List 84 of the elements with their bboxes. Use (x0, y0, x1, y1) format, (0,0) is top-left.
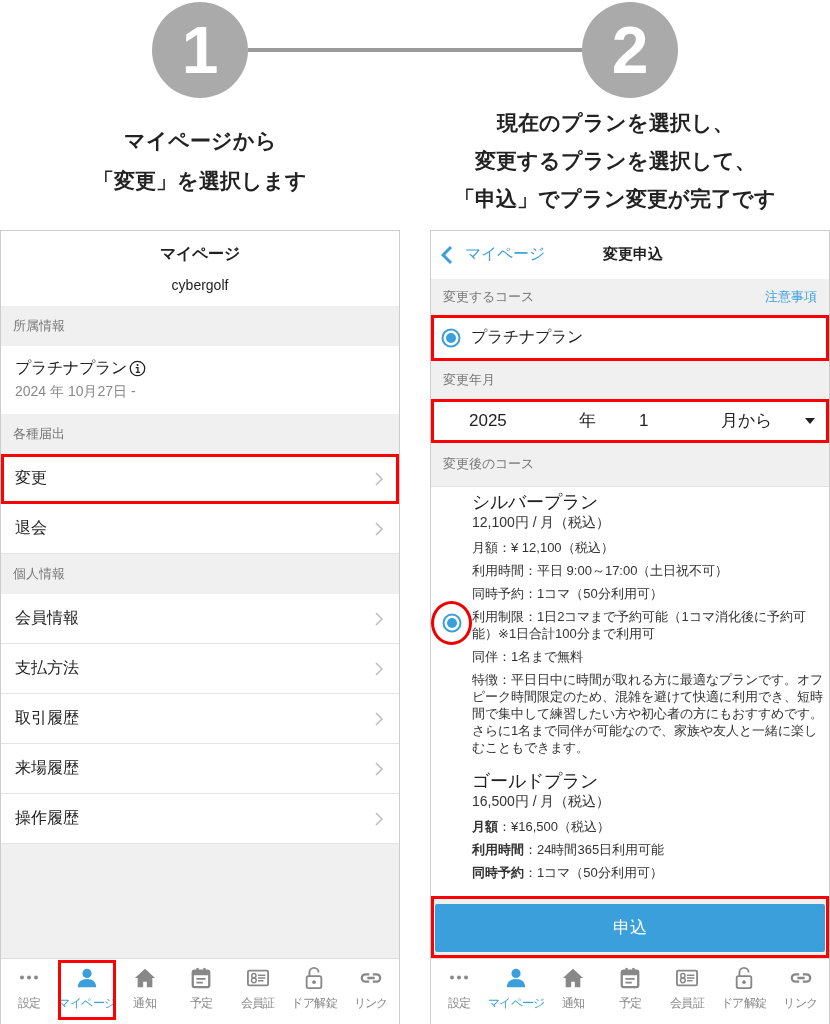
menu-row[interactable]: 来場履歴 (1, 744, 399, 794)
step-number: 2 (582, 2, 678, 98)
tab-bar-item[interactable]: 設定 (431, 959, 488, 1020)
plan-detail: 利用時間：24時間365日利用可能 (472, 840, 666, 858)
plan-name: プラチナプラン (15, 358, 127, 378)
plan-detail: 利用制限：1日2コマまで予約可能（1コマ消化後に予約可能）※1日合計100分まで利用可 (472, 607, 807, 642)
chevron-icon (375, 811, 383, 826)
username: cybergolf (171, 277, 229, 293)
menu-label: 変更 (15, 468, 47, 488)
chevron-icon (375, 471, 383, 486)
tab-bar-item[interactable]: ドア解錠 (286, 959, 343, 1020)
screen-title: マイページ (160, 244, 240, 264)
id-card-icon (246, 967, 269, 989)
caret-icon (805, 417, 815, 424)
plan-detail: 月額：¥16,500（税込） (472, 817, 611, 835)
chevron-icon (375, 611, 383, 626)
chevron-icon (375, 761, 383, 776)
caption-text: 変更するプランを選択して、 (474, 148, 756, 174)
plan-price: 16,500円 / 月（税込） (472, 791, 612, 810)
month-value: 1 (639, 410, 650, 431)
plan-name: ゴールドプラン (472, 769, 599, 792)
back-link[interactable]: マイページ (441, 244, 593, 266)
radio-button[interactable] (441, 327, 461, 348)
section-header: 変更するコース (443, 287, 534, 306)
back-icon (441, 244, 453, 265)
plan-start-date: 2024 年 10月27日 - (15, 383, 137, 401)
plan-detail: 同時予約：1コマ（50分利用可） (472, 584, 664, 602)
tab-bar-item[interactable]: ドア解錠 (715, 959, 773, 1020)
menu-label: 会員情報 (15, 608, 79, 628)
caption-text: 現在のプランを選択し、 (496, 110, 734, 136)
calendar-icon (190, 967, 213, 989)
home-icon (562, 967, 585, 990)
plan-name: シルバープラン (472, 490, 599, 513)
plan-detail: 月額：¥ 12,100（税込） (472, 538, 615, 556)
menu-label: 操作履歴 (15, 808, 79, 828)
menu-label: 退会 (15, 518, 47, 538)
plan-option[interactable]: ゴールドプラン 16,500円 / 月（税込） 月額：¥16,500（税込） 利用時間：24時間365日利用可能 同時予約：1コマ（50分利用可） (431, 765, 829, 891)
more-icon (19, 975, 40, 980)
screen-title: 変更申込 (603, 245, 663, 265)
tab-bar-item[interactable]: 会員証 (658, 959, 716, 1020)
plan-price: 12,100円 / 月（税込） (472, 512, 612, 531)
menu-label: 来場履歴 (15, 758, 79, 778)
caption-text: マイページから (123, 128, 277, 154)
plan-detail: 同伴：1名まで無料 (472, 647, 585, 665)
menu-label: 支払方法 (15, 658, 79, 678)
menu-label: 取引履歴 (15, 708, 79, 728)
menu-row[interactable]: 取引履歴 (1, 694, 399, 744)
home-icon (133, 967, 156, 989)
plan-detail: 同時予約：1コマ（50分利用可） (472, 863, 664, 881)
year-unit: 年 (579, 410, 597, 433)
tab-bar-item[interactable]: 設定 (1, 959, 58, 1020)
calendar-icon (619, 967, 642, 990)
chevron-icon (375, 661, 383, 676)
more-icon (449, 975, 470, 981)
chevron-icon (375, 711, 383, 726)
menu-row[interactable]: 退会 (1, 504, 399, 554)
plan-option[interactable]: プラチナプラン (431, 314, 829, 361)
menu-row[interactable]: 変更 (1, 454, 399, 504)
tab-bar-item[interactable]: 通知 (544, 959, 602, 1020)
notes-link[interactable]: 注意事項 (765, 287, 817, 306)
year-value: 2025 (469, 410, 508, 431)
radio-button[interactable] (441, 613, 462, 634)
apply-button[interactable]: 申込 (435, 903, 825, 952)
caption-text: 「変更」を選択します (93, 168, 307, 194)
menu-row[interactable]: 操作履歴 (1, 794, 399, 844)
menu-row[interactable]: 支払方法 (1, 644, 399, 694)
tab-bar-item[interactable]: 予定 (173, 959, 230, 1020)
step-number: 1 (152, 2, 248, 98)
menu-row[interactable]: 会員情報 (1, 594, 399, 644)
tab-bar-item[interactable]: 予定 (601, 959, 659, 1020)
chevron-icon (375, 521, 383, 536)
month-unit: 月から (721, 410, 773, 433)
person-icon (505, 967, 528, 990)
tab-bar-item[interactable]: マイページ (487, 959, 545, 1020)
info-icon[interactable] (129, 360, 146, 377)
tab-bar-item[interactable]: 通知 (116, 959, 173, 1020)
date-picker[interactable]: 2025 年 1 月から (431, 398, 829, 443)
tab-bar-item[interactable]: リンク (342, 959, 399, 1020)
tab-bar-item[interactable]: 会員証 (229, 959, 286, 1020)
plan-detail: 特徴：平日日中に時間が取れる方に最適なプランです。オフピーク時間限定のため、混雑を避けて快適に利用でき、短時間で集中して練習したい方や初心者の方にもおすすめです。さらに1名まで同伴が可能なので、家族や友人と一緒に楽しむこともできます。 (472, 670, 823, 756)
person-icon (76, 967, 98, 989)
plan-detail: 利用時間：平日 9:00～17:00（土日祝不可） (472, 561, 730, 579)
caption-text: 「申込」でプラン変更が完了です (454, 186, 776, 212)
tab-bar-item[interactable]: リンク (772, 959, 829, 1020)
